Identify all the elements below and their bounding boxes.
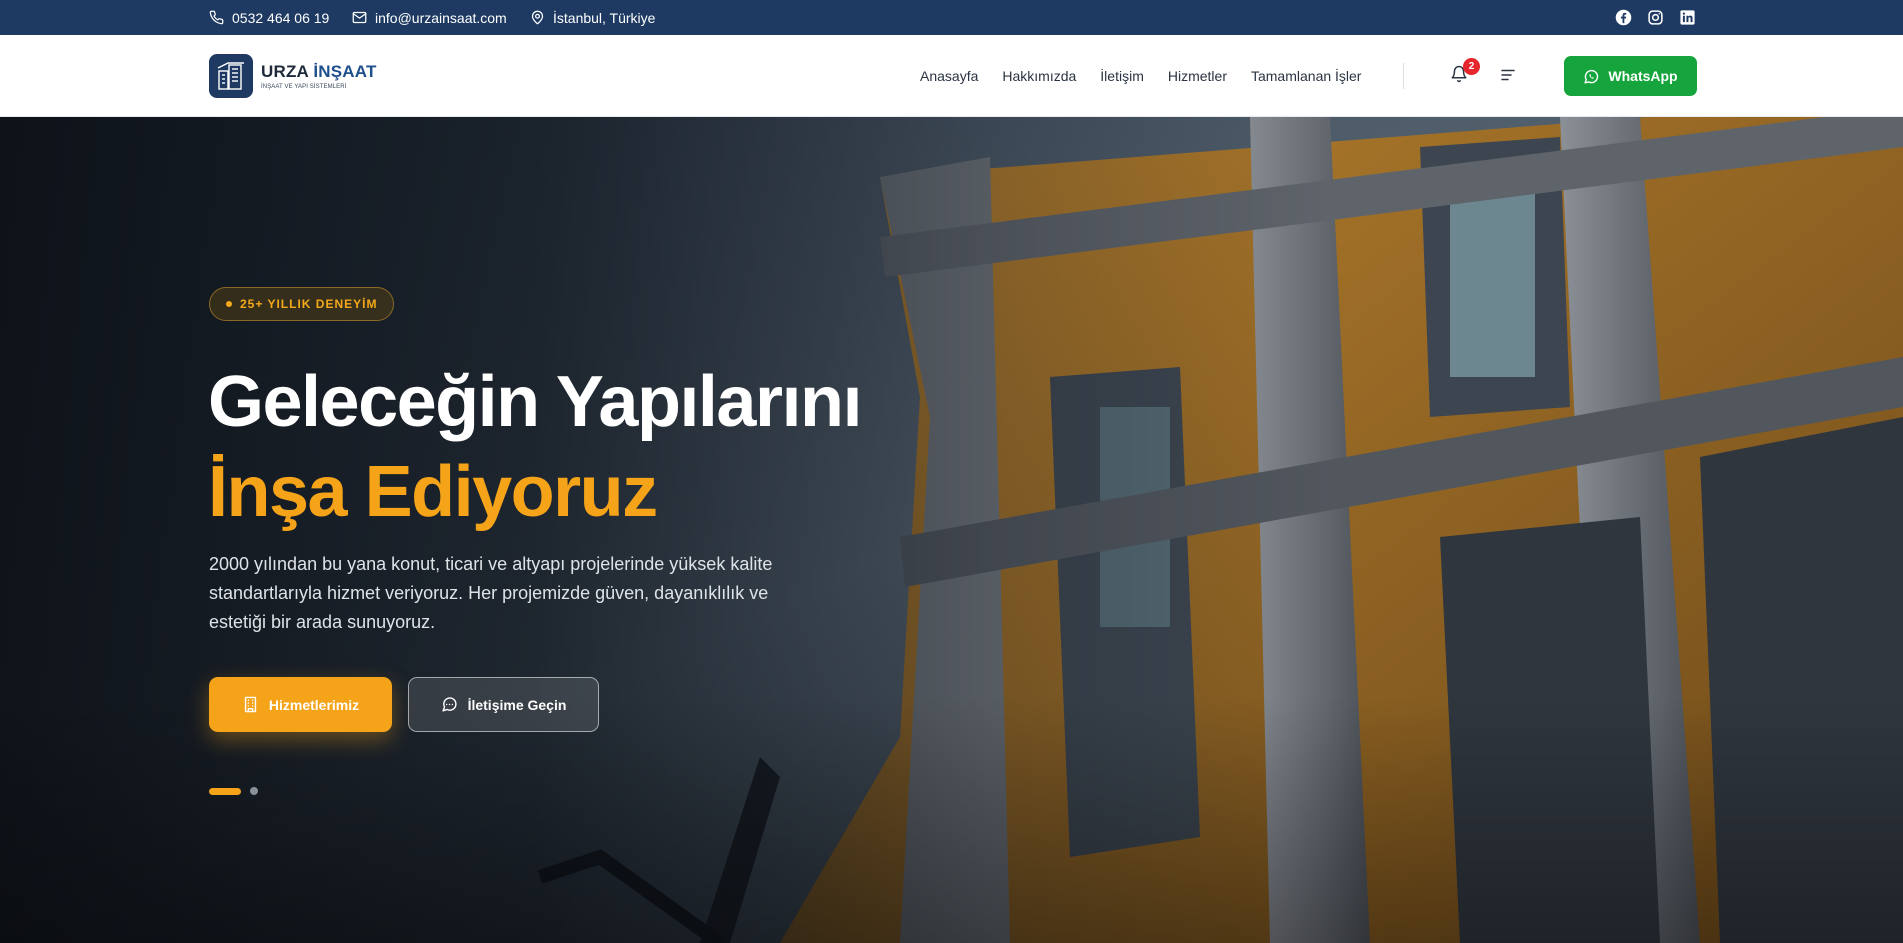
- menu-button[interactable]: [1499, 66, 1517, 84]
- nav-item-hizmetler[interactable]: Hizmetler: [1168, 68, 1227, 84]
- whatsapp-icon: [1584, 69, 1599, 84]
- main-nav: Anasayfa Hakkımızda İletişim Hizmetler T…: [920, 35, 1361, 117]
- contact-button-label: İletişime Geçin: [467, 696, 567, 713]
- hero-title-line1: Geleceğin Yapılarını: [208, 362, 862, 442]
- whatsapp-button[interactable]: WhatsApp: [1564, 56, 1697, 96]
- hero-section: 25+ YILLIK DENEYİM Geleceğin Yapılarını …: [0, 117, 1903, 943]
- notification-badge: 2: [1463, 58, 1480, 75]
- phone-icon: [209, 10, 224, 25]
- nav-item-anasayfa[interactable]: Anasayfa: [920, 68, 978, 84]
- social-links: [1615, 0, 1696, 35]
- email-text: info@urzainsaat.com: [375, 9, 507, 26]
- logo-mark: [209, 54, 253, 98]
- hero-title-line2: İnşa Ediyoruz: [208, 452, 658, 532]
- nav-divider: [1403, 63, 1404, 89]
- location-text: İstanbul, Türkiye: [553, 9, 656, 26]
- mail-icon: [352, 11, 367, 24]
- logo-name: URZA İNŞAAT: [261, 62, 377, 81]
- experience-badge: 25+ YILLIK DENEYİM: [209, 287, 395, 321]
- slider-dot-2[interactable]: [250, 787, 258, 795]
- nav-item-tamamlanan-isler[interactable]: Tamamlanan İşler: [1251, 68, 1362, 84]
- logo[interactable]: URZA İNŞAAT İNŞAAT VE YAPI SİSTEMLERİ: [209, 54, 377, 98]
- menu-icon: [1501, 69, 1515, 81]
- email-contact[interactable]: info@urzainsaat.com: [352, 0, 507, 35]
- main-header: URZA İNŞAAT İNŞAAT VE YAPI SİSTEMLERİ An…: [0, 35, 1903, 117]
- services-button[interactable]: Hizmetlerimiz: [209, 677, 392, 732]
- building-logo-icon: [217, 62, 244, 90]
- chat-bubble-icon: [441, 697, 457, 712]
- hero-description: 2000 yılından bu yana konut, ticari ve a…: [209, 554, 773, 632]
- instagram-icon[interactable]: [1647, 9, 1664, 26]
- services-button-label: Hizmetlerimiz: [268, 696, 360, 713]
- experience-badge-text: 25+ YILLIK DENEYİM: [240, 297, 378, 311]
- contact-button[interactable]: İletişime Geçin: [408, 677, 599, 732]
- slider-dot-1[interactable]: [209, 787, 241, 795]
- whatsapp-label: WhatsApp: [1608, 68, 1678, 84]
- notification-button[interactable]: 2: [1450, 58, 1480, 87]
- linkedin-icon[interactable]: [1679, 9, 1696, 26]
- slider-dots: [209, 787, 258, 795]
- phone-contact[interactable]: 0532 464 06 19: [209, 0, 329, 35]
- facebook-icon[interactable]: [1615, 9, 1632, 26]
- nav-item-iletisim[interactable]: İletişim: [1100, 68, 1144, 84]
- top-bar: 0532 464 06 19 info@urzainsaat.com İstan…: [0, 0, 1903, 35]
- location-contact: İstanbul, Türkiye: [530, 0, 655, 35]
- badge-dot-icon: [226, 301, 232, 307]
- building-icon: [244, 696, 257, 713]
- phone-text: 0532 464 06 19: [232, 9, 330, 26]
- logo-tagline: İNŞAAT VE YAPI SİSTEMLERİ: [261, 84, 347, 90]
- map-pin-icon: [531, 10, 544, 25]
- nav-item-hakkimizda[interactable]: Hakkımızda: [1002, 68, 1076, 84]
- logo-text: URZA İNŞAAT İNŞAAT VE YAPI SİSTEMLERİ: [261, 62, 377, 90]
